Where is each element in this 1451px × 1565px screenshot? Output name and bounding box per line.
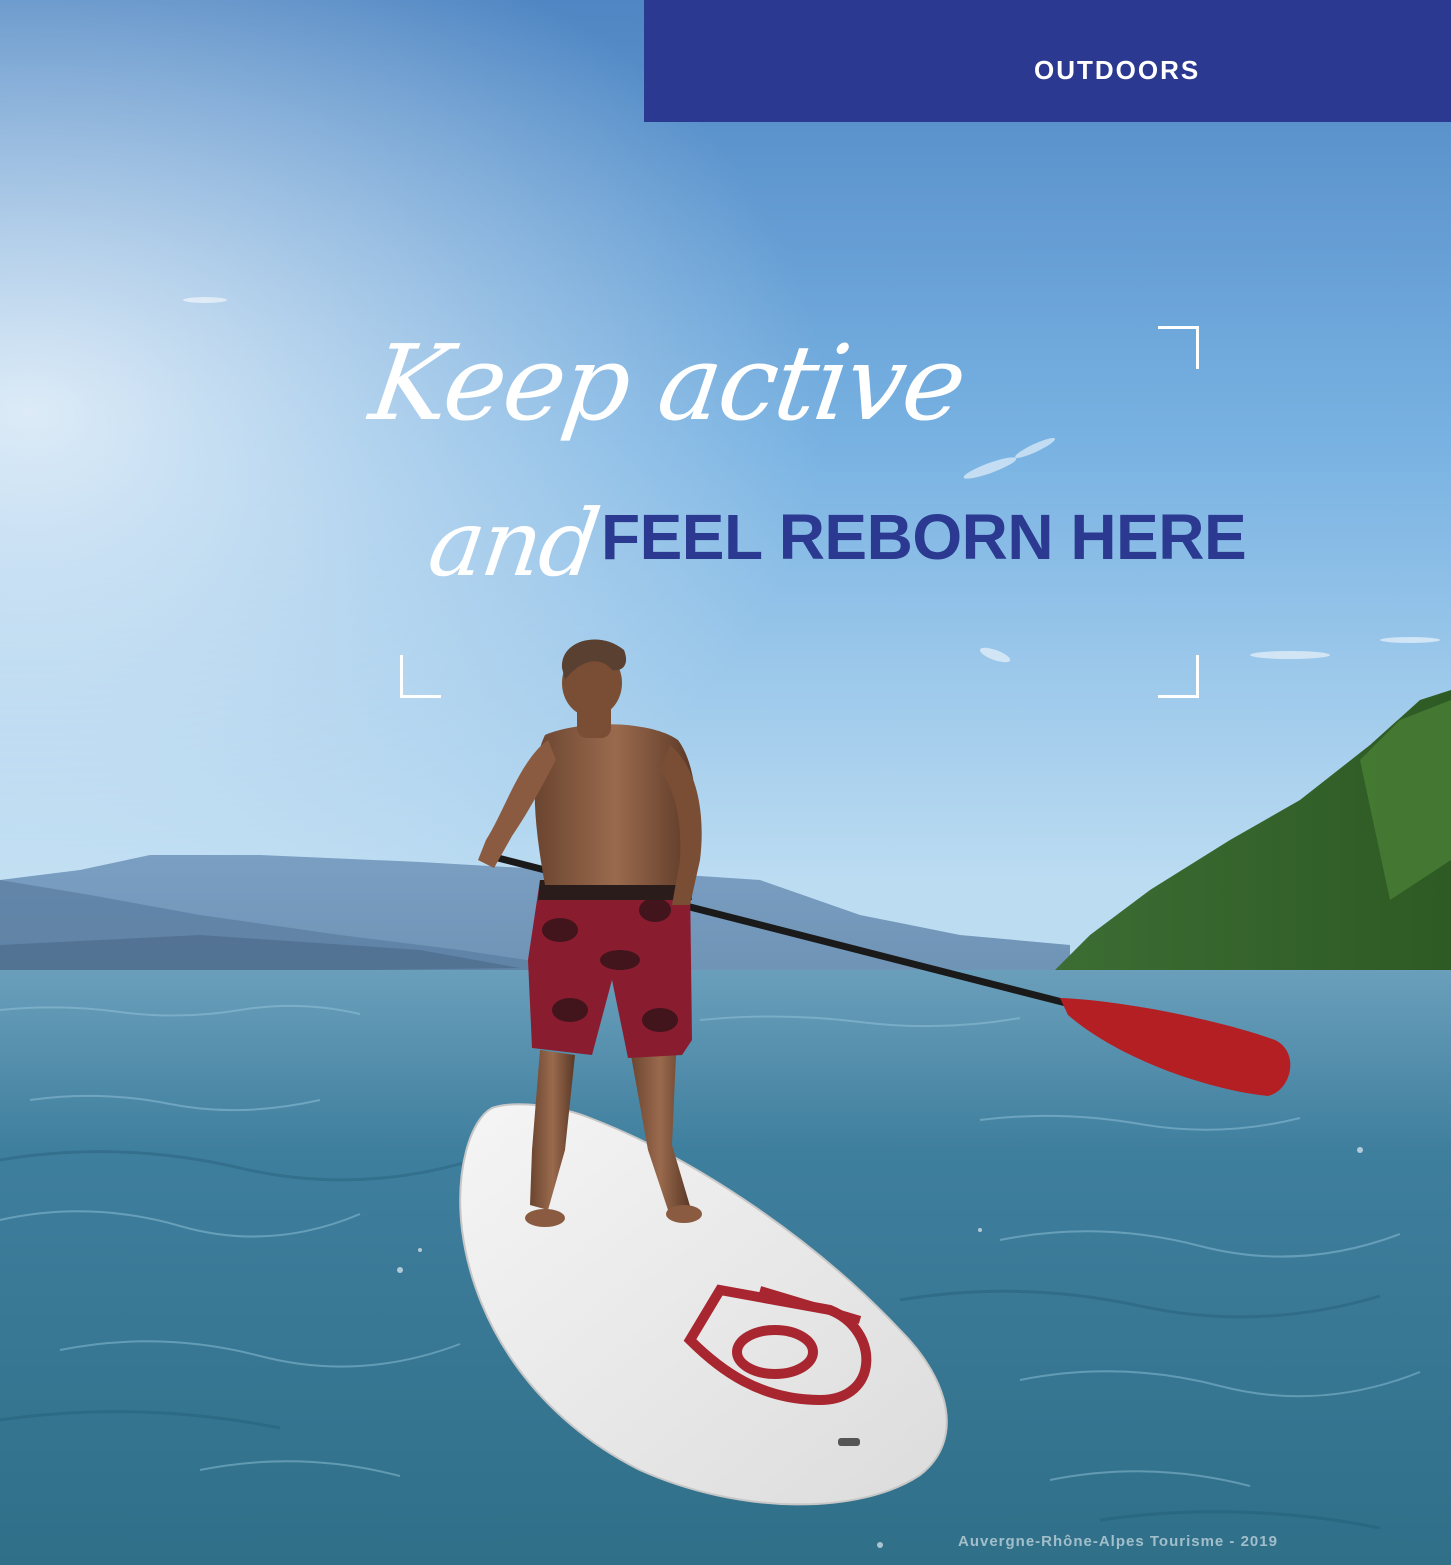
headline-script-line2: and	[422, 490, 605, 597]
brochure-page: OUTDOORS Keep active and FEEL REBORN HER…	[0, 0, 1451, 1565]
frame-corner-top-right	[1158, 326, 1199, 369]
headline-bold: FEEL REBORN HERE	[601, 501, 1247, 573]
paddleboarder-lake-photo	[0, 0, 1451, 1565]
photo-credit: Auvergne-Rhône-Alpes Tourisme - 2019	[958, 1533, 1278, 1550]
frame-corner-bottom-right	[1158, 655, 1199, 698]
frame-corner-bottom-left	[400, 655, 441, 698]
headline-script-line1: Keep active	[363, 322, 972, 444]
section-label: OUTDOORS	[1034, 55, 1201, 85]
